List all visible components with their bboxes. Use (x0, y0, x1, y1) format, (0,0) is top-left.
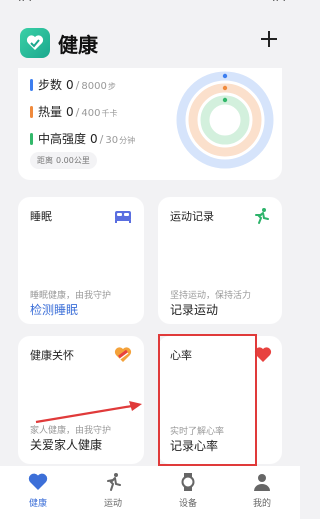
tab-label: 健康 (28, 499, 47, 509)
sleep-card-desc: 睡眠健康，由我守护 (30, 291, 112, 301)
record-heart-rate-link[interactable]: 记录心率 (170, 437, 218, 454)
metric-calories: 热量 0 / 400 千卡 (30, 103, 117, 120)
heart-rate-card[interactable]: 心率 实时了解心率 记录心率 (158, 336, 282, 464)
app-header: 健康 (0, 14, 300, 70)
plus-icon (261, 31, 277, 47)
metric-value: 0 (66, 105, 74, 119)
metric-label: 热量 (38, 105, 63, 119)
heart-icon (254, 347, 272, 362)
add-button[interactable] (256, 26, 282, 52)
heart-icon (28, 473, 48, 490)
person-icon (254, 474, 270, 491)
status-bar-left: ·· · (18, 0, 32, 7)
metric-unit: 分钟 (119, 136, 136, 145)
care-heart-icon (114, 347, 132, 362)
family-care-card[interactable]: 健康关怀 家人健康，由我守护 关爱家人健康 (18, 336, 144, 464)
metric-unit: 千卡 (101, 109, 118, 118)
tab-label: 我的 (252, 499, 271, 509)
bottom-tab-bar: 健康 运动 设备 我的 (0, 466, 300, 519)
metric-target: 30 (105, 135, 119, 146)
activity-rings (176, 71, 274, 169)
steps-color-bar (30, 79, 33, 91)
metric-target: 8000 (81, 81, 107, 92)
distance-value: 0.00公里 (56, 156, 90, 165)
care-family-link[interactable]: 关爱家人健康 (30, 436, 102, 453)
heart-rate-card-desc: 实时了解心率 (170, 427, 225, 437)
running-icon (107, 473, 121, 491)
heart-rate-card-title: 心率 (170, 349, 192, 362)
distance-chip: 距离 0.00公里 (30, 152, 97, 169)
metric-label: 步数 (38, 78, 63, 92)
metric-intensity: 中高强度 0 / 30 分钟 (30, 130, 135, 147)
tab-devices[interactable]: 设备 (158, 472, 218, 509)
exercise-card-desc: 坚持运动，保持活力 (170, 291, 252, 301)
app-logo-icon (20, 28, 50, 58)
tab-profile[interactable]: 我的 (232, 472, 292, 509)
metric-value: 0 (90, 132, 98, 146)
family-card-title: 健康关怀 (30, 349, 74, 362)
calories-color-bar (30, 106, 33, 118)
bed-icon (115, 211, 131, 223)
status-bar-right: ·· · (272, 0, 286, 7)
detect-sleep-link[interactable]: 检测睡眠 (30, 301, 78, 318)
metric-label: 中高强度 (38, 132, 87, 146)
metric-separator: / (75, 106, 80, 119)
watch-icon (181, 473, 195, 491)
tab-health[interactable]: 健康 (8, 472, 68, 509)
metric-value: 0 (66, 78, 74, 92)
tab-label: 运动 (103, 499, 122, 509)
metric-separator: / (99, 133, 104, 146)
family-card-desc: 家人健康，由我守护 (30, 426, 112, 436)
metric-steps: 步数 0 / 8000 步 (30, 76, 116, 93)
record-exercise-link[interactable]: 记录运动 (170, 301, 218, 318)
activity-summary-card[interactable]: 步数 0 / 8000 步 热量 0 / 400 千卡 中高强度 0 / 30 … (18, 68, 282, 180)
metric-unit: 步 (107, 82, 116, 91)
distance-label: 距离 (37, 156, 53, 165)
intensity-color-bar (30, 133, 33, 145)
sleep-card[interactable]: 睡眠 睡眠健康，由我守护 检测睡眠 (18, 197, 144, 324)
status-bar: ·· · ·· · (0, 0, 300, 10)
running-icon (255, 208, 269, 224)
metric-separator: / (75, 79, 80, 92)
metric-target: 400 (81, 108, 101, 119)
page-title: 健康 (58, 33, 98, 57)
tab-exercise[interactable]: 运动 (83, 472, 143, 509)
exercise-card-title: 运动记录 (170, 210, 214, 223)
tab-label: 设备 (178, 499, 197, 509)
sleep-card-title: 睡眠 (30, 210, 52, 223)
exercise-record-card[interactable]: 运动记录 坚持运动，保持活力 记录运动 (158, 197, 282, 324)
